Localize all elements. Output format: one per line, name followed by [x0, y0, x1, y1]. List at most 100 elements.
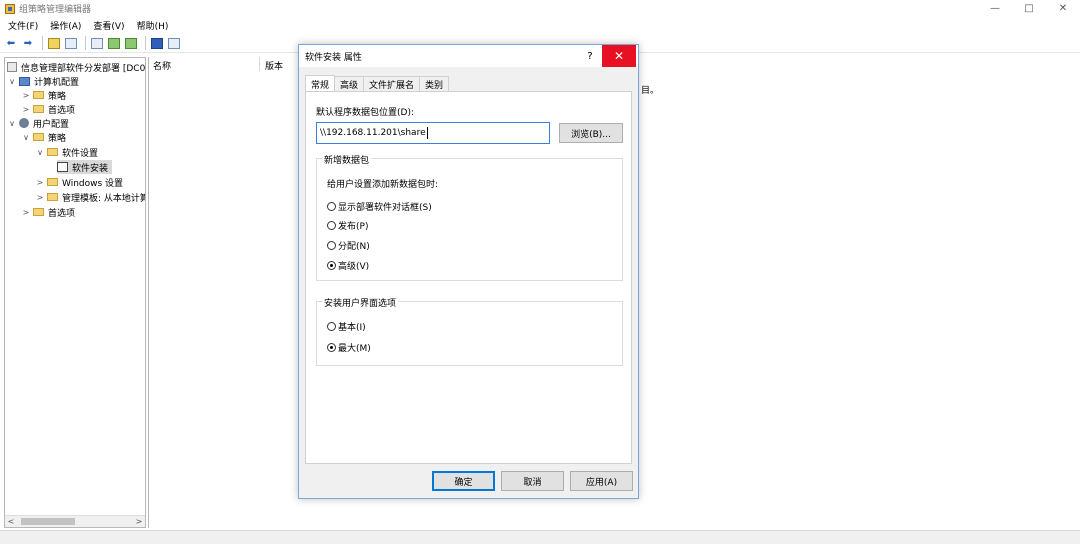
package-location-value: \\192.168.11.201\share: [320, 128, 426, 138]
scrollbar-thumb[interactable]: [21, 518, 75, 525]
toolbar-divider: [85, 36, 86, 50]
computer-icon: [19, 76, 30, 86]
tree-horizontal-scrollbar[interactable]: < >: [5, 515, 145, 527]
radio-button[interactable]: [327, 322, 336, 331]
forward-icon[interactable]: ➡: [21, 36, 35, 50]
tab-general[interactable]: 常规: [305, 75, 336, 92]
tab-advanced[interactable]: 高级: [334, 76, 365, 92]
chevron-right-icon[interactable]: >: [21, 208, 31, 217]
toolbar-divider: [42, 36, 43, 50]
folder-icon: [47, 178, 58, 186]
help-button[interactable]: ?: [580, 45, 600, 67]
menu-view[interactable]: 查看(V): [93, 19, 124, 32]
column-header-name[interactable]: 名称: [149, 57, 259, 73]
tree-item-admin-templates[interactable]: > 管理模板: 从本地计算: [35, 190, 146, 204]
radio-show-deploy-dialog[interactable]: 显示部署软件对话框(S): [327, 200, 432, 213]
back-icon[interactable]: ⬅: [4, 36, 18, 50]
folder-icon: [33, 133, 44, 141]
radio-maximum[interactable]: 最大(M): [327, 341, 371, 354]
radio-label: 最大(M): [338, 344, 371, 354]
close-button[interactable]: ✕: [1046, 0, 1080, 17]
chevron-right-icon[interactable]: >: [35, 178, 45, 187]
tree-item-user-preferences[interactable]: > 首选项: [21, 205, 75, 219]
radio-label: 发布(P): [338, 222, 369, 232]
tree-item-computer-policies[interactable]: > 策略: [21, 88, 66, 102]
tab-categories[interactable]: 类别: [419, 76, 450, 92]
radio-button-selected[interactable]: [327, 343, 336, 352]
tree-item-label: 策略: [48, 133, 67, 144]
tree-item-computer-preferences[interactable]: > 首选项: [21, 102, 75, 116]
column-header-version[interactable]: 版本: [261, 57, 301, 73]
radio-button[interactable]: [327, 221, 336, 230]
chevron-down-icon[interactable]: ∨: [7, 119, 17, 128]
tree-item-label: 首选项: [48, 208, 76, 219]
tree-item-user-policies[interactable]: ∨ 策略: [21, 130, 66, 144]
maximize-button[interactable]: □: [1012, 0, 1046, 17]
toolbar-divider: [145, 36, 146, 50]
folder-icon: [33, 208, 44, 216]
tree-root[interactable]: 信息管理部软件分发部署 [DC0: [7, 60, 145, 74]
properties-icon[interactable]: [90, 36, 104, 50]
chevron-down-icon[interactable]: ∨: [7, 77, 17, 86]
install-ui-group-title: 安装用户界面选项: [322, 296, 399, 309]
dialog-close-button[interactable]: ✕: [602, 45, 636, 67]
minimize-button[interactable]: —: [978, 0, 1012, 17]
column-divider[interactable]: [259, 57, 260, 71]
tab-file-extensions[interactable]: 文件扩展名: [363, 76, 421, 92]
chevron-right-icon[interactable]: >: [21, 105, 31, 114]
console-tree[interactable]: 信息管理部软件分发部署 [DC0 ∨ 计算机配置 > 策略 > 首选项 ∨ 用户…: [4, 57, 146, 528]
show-hide-tree-icon[interactable]: [64, 36, 78, 50]
radio-assign[interactable]: 分配(N): [327, 239, 370, 252]
radio-basic[interactable]: 基本(I): [327, 320, 366, 333]
radio-label: 显示部署软件对话框(S): [338, 203, 432, 213]
radio-button-selected[interactable]: [327, 261, 336, 270]
tree-item-label: 管理模板: 从本地计算: [62, 193, 146, 204]
tree-item-computer-config[interactable]: ∨ 计算机配置: [7, 74, 79, 88]
menu-help[interactable]: 帮助(H): [137, 19, 169, 32]
tree-item-label: Windows 设置: [62, 178, 124, 189]
text-caret: [426, 127, 428, 139]
tree-item-windows-settings[interactable]: > Windows 设置: [35, 175, 123, 189]
tree-item-software-settings[interactable]: ∨ 软件设置: [35, 145, 98, 159]
menu-action[interactable]: 操作(A): [50, 19, 81, 32]
up-folder-icon[interactable]: [47, 36, 61, 50]
software-install-icon: [57, 162, 68, 172]
apply-button[interactable]: 应用(A): [570, 471, 633, 491]
tree-item-software-installation[interactable]: 软件安装: [57, 160, 113, 174]
dialog-title-bar[interactable]: 软件安装 属性 ? ✕: [299, 45, 638, 67]
radio-publish[interactable]: 发布(P): [327, 219, 368, 232]
user-icon: [19, 118, 29, 128]
radio-button[interactable]: [327, 202, 336, 211]
scroll-right-icon[interactable]: >: [133, 516, 145, 527]
title-bar: 组策略管理编辑器 — □ ✕: [0, 0, 1080, 17]
chevron-right-icon[interactable]: >: [35, 193, 45, 202]
tree-item-label: 用户配置: [33, 119, 70, 130]
cancel-button[interactable]: 取消: [501, 471, 564, 491]
folder-icon: [33, 105, 44, 113]
radio-button[interactable]: [327, 241, 336, 250]
menu-file[interactable]: 文件(F): [8, 19, 38, 32]
group-policy-editor-icon: [5, 3, 15, 14]
new-package-group: 新增数据包 给用户设置添加新数据包时: 显示部署软件对话框(S) 发布(P) 分…: [316, 153, 623, 281]
folder-icon: [47, 148, 58, 156]
view-icon[interactable]: [167, 36, 181, 50]
tree-item-label: 首选项: [48, 105, 76, 116]
ok-button[interactable]: 确定: [432, 471, 495, 491]
refresh-icon[interactable]: [107, 36, 121, 50]
chevron-down-icon[interactable]: ∨: [21, 133, 31, 142]
help-icon[interactable]: [150, 36, 164, 50]
details-pane-message: 目。: [641, 86, 660, 96]
chevron-down-icon[interactable]: ∨: [35, 148, 45, 157]
export-list-icon[interactable]: [124, 36, 138, 50]
radio-advanced[interactable]: 高级(V): [327, 259, 369, 272]
scroll-left-icon[interactable]: <: [5, 516, 17, 527]
package-location-input[interactable]: \\192.168.11.201\share: [316, 122, 550, 144]
browse-button[interactable]: 浏览(B)...: [559, 123, 623, 143]
policy-document-icon: [7, 62, 17, 72]
tab-panel-general: 默认程序数据包位置(D): \\192.168.11.201\share 浏览(…: [305, 91, 632, 464]
dialog-title: 软件安装 属性: [305, 52, 362, 63]
tree-root-label: 信息管理部软件分发部署 [DC0: [21, 63, 146, 74]
package-location-label: 默认程序数据包位置(D):: [316, 108, 414, 118]
tree-item-user-config[interactable]: ∨ 用户配置: [7, 116, 69, 130]
chevron-right-icon[interactable]: >: [21, 91, 31, 100]
